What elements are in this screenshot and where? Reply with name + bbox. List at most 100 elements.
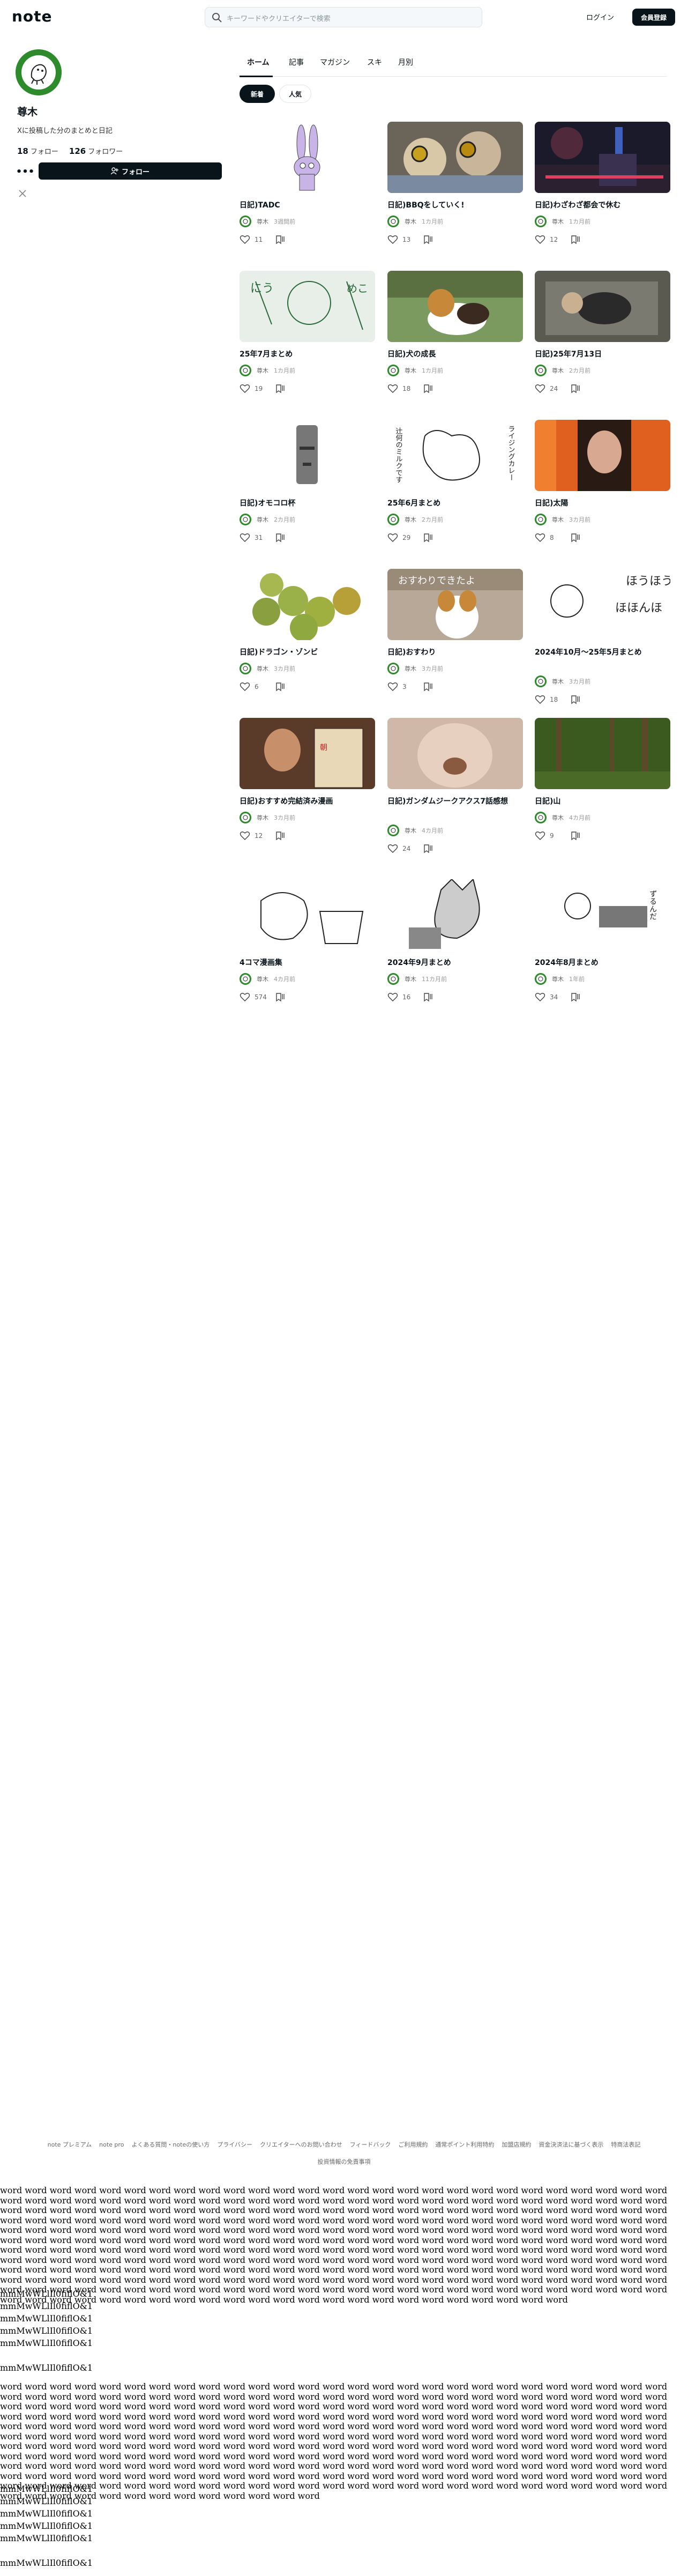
heart-icon[interactable] — [240, 532, 250, 543]
author-name[interactable]: 尊木 — [552, 515, 564, 524]
article-thumbnail[interactable] — [535, 420, 670, 491]
author-avatar[interactable] — [535, 514, 547, 525]
note-logo[interactable]: note — [12, 8, 53, 25]
tab-home[interactable]: ホーム — [247, 57, 270, 68]
article-title[interactable]: 日記)犬の成長 — [387, 348, 523, 360]
signup-button[interactable]: 会員登録 — [632, 9, 675, 26]
article-title[interactable]: 日記)オモコロ杯 — [240, 498, 375, 509]
author-avatar[interactable] — [535, 973, 547, 985]
article-thumbnail[interactable] — [240, 420, 375, 491]
author-name[interactable]: 尊木 — [257, 366, 268, 375]
article-title[interactable]: 2024年10月〜25年5月まとめ — [535, 647, 670, 658]
heart-icon[interactable] — [535, 694, 545, 705]
article-title[interactable]: 日記)ドラゴン・ゾンビ — [240, 647, 375, 658]
author-avatar[interactable] — [387, 216, 399, 227]
heart-icon[interactable] — [387, 843, 398, 854]
heart-icon[interactable] — [240, 234, 250, 245]
article-thumbnail[interactable] — [240, 569, 375, 640]
footer-link[interactable]: クリエイターへのお問い合わせ — [260, 2141, 342, 2148]
heart-icon[interactable] — [387, 992, 398, 1003]
article-thumbnail[interactable] — [387, 879, 523, 951]
article-title[interactable]: 日記)おすすめ完結済み漫画 — [240, 796, 375, 807]
article-thumbnail[interactable]: 朝 — [240, 718, 375, 789]
article-title[interactable]: 日記)山 — [535, 796, 670, 807]
article-thumbnail[interactable] — [240, 879, 375, 951]
follow-button[interactable]: フォロー — [39, 162, 222, 180]
author-avatar[interactable] — [535, 675, 547, 687]
author-avatar[interactable] — [535, 216, 547, 227]
author-name[interactable]: 尊木 — [552, 677, 564, 686]
author-name[interactable]: 尊木 — [552, 217, 564, 226]
article-title[interactable]: 日記)BBQをしていく! — [387, 199, 523, 211]
article-title[interactable]: 25年6月まとめ — [387, 498, 523, 509]
heart-icon[interactable] — [535, 992, 545, 1003]
footer-link[interactable]: ご利用規約 — [398, 2141, 428, 2148]
heart-icon[interactable] — [535, 234, 545, 245]
more-button[interactable]: ••• — [16, 164, 35, 180]
bookmark-icon[interactable] — [275, 830, 286, 841]
heart-icon[interactable] — [240, 992, 250, 1003]
author-name[interactable]: 尊木 — [405, 515, 416, 524]
filter-popular[interactable]: 人気 — [279, 85, 311, 103]
author-avatar[interactable] — [240, 216, 251, 227]
bookmark-icon[interactable] — [275, 234, 286, 245]
author-avatar[interactable] — [240, 812, 251, 823]
bookmark-icon[interactable] — [570, 383, 581, 394]
author-avatar[interactable] — [387, 663, 399, 674]
author-name[interactable]: 尊木 — [405, 664, 416, 673]
footer-link[interactable]: 加盟店規約 — [502, 2141, 531, 2148]
article-title[interactable]: 25年7月まとめ — [240, 348, 375, 360]
footer-link[interactable]: プライバシー — [217, 2141, 252, 2148]
footer-link[interactable]: note プレミアム — [48, 2141, 92, 2148]
article-title[interactable]: 日記)おすわり — [387, 647, 523, 658]
bookmark-icon[interactable] — [275, 992, 286, 1003]
heart-icon[interactable] — [535, 532, 545, 543]
author-avatar[interactable] — [535, 812, 547, 823]
article-thumbnail[interactable]: 辻何のミルクです ライジングカレー — [387, 420, 523, 491]
author-name[interactable]: 尊木 — [257, 664, 268, 673]
article-title[interactable]: 日記)わざわざ都会で休む — [535, 199, 670, 211]
article-thumbnail[interactable] — [387, 718, 523, 789]
avatar[interactable] — [16, 49, 62, 95]
heart-icon[interactable] — [387, 532, 398, 543]
author-name[interactable]: 尊木 — [405, 826, 416, 835]
bookmark-icon[interactable] — [423, 234, 433, 245]
bookmark-icon[interactable] — [570, 992, 581, 1003]
article-title[interactable]: 日記)太陽 — [535, 498, 670, 509]
article-title[interactable]: 4コマ漫画集 — [240, 957, 375, 969]
article-thumbnail[interactable]: にう めこ — [240, 271, 375, 342]
bookmark-icon[interactable] — [423, 843, 433, 854]
bookmark-icon[interactable] — [275, 532, 286, 543]
author-name[interactable]: 尊木 — [257, 975, 268, 983]
author-avatar[interactable] — [240, 973, 251, 985]
login-link[interactable]: ログイン — [586, 12, 614, 22]
author-avatar[interactable] — [240, 514, 251, 525]
heart-icon[interactable] — [387, 681, 398, 692]
article-title[interactable]: 2024年8月まとめ — [535, 957, 670, 969]
tab-likes[interactable]: スキ — [367, 57, 382, 68]
author-name[interactable]: 尊木 — [257, 515, 268, 524]
author-name[interactable]: 尊木 — [552, 813, 564, 822]
article-thumbnail[interactable] — [387, 122, 523, 193]
bookmark-icon[interactable] — [423, 992, 433, 1003]
article-thumbnail[interactable]: ずるんだ — [535, 879, 670, 951]
x-icon[interactable] — [18, 189, 27, 198]
article-thumbnail[interactable] — [535, 271, 670, 342]
followers-count[interactable]: 126 — [69, 146, 86, 156]
author-name[interactable]: 尊木 — [405, 366, 416, 375]
footer-link[interactable]: note pro — [99, 2141, 124, 2148]
heart-icon[interactable] — [535, 830, 545, 841]
footer-link[interactable]: 資金決済法に基づく表示 — [539, 2141, 603, 2148]
author-avatar[interactable] — [387, 365, 399, 376]
article-thumbnail[interactable] — [240, 122, 375, 193]
article-thumbnail[interactable] — [535, 718, 670, 789]
author-name[interactable]: 尊木 — [257, 813, 268, 822]
footer-link[interactable]: 投資情報の免責事項 — [318, 2158, 371, 2165]
author-name[interactable]: 尊木 — [552, 975, 564, 983]
author-name[interactable]: 尊木 — [257, 217, 268, 226]
bookmark-icon[interactable] — [275, 681, 286, 692]
bookmark-icon[interactable] — [423, 383, 433, 394]
following-label[interactable]: フォロー — [31, 148, 58, 156]
article-thumbnail[interactable] — [535, 122, 670, 193]
author-name[interactable]: 尊木 — [552, 366, 564, 375]
